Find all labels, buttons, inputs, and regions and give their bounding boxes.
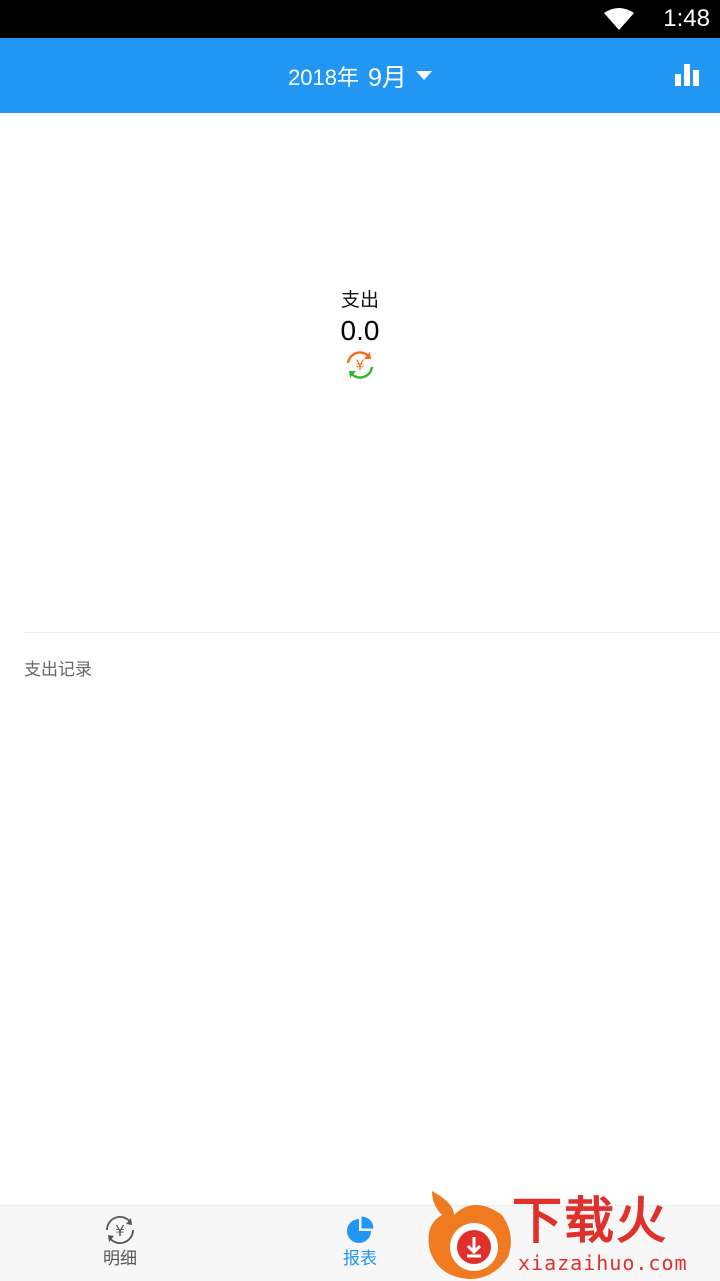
expense-amount: 0.0: [340, 315, 380, 346]
wifi-icon: [604, 8, 634, 30]
status-bar: 1:48: [0, 0, 720, 38]
records-title: 支出记录: [24, 660, 92, 680]
tab-detail-label: 明细: [103, 1249, 137, 1269]
currency-swap-icon[interactable]: ¥: [343, 348, 377, 382]
status-time: 1:48: [663, 5, 710, 32]
svg-text:¥: ¥: [115, 1222, 125, 1240]
expense-summary: 支出 0.0 ¥: [0, 285, 720, 382]
tab-detail[interactable]: ¥ 明细: [0, 1206, 240, 1281]
pie-chart-icon: [347, 1216, 374, 1243]
svg-text:¥: ¥: [356, 358, 365, 374]
app-bar: 2018年 9月: [0, 38, 720, 113]
bar-chart-icon[interactable]: [672, 60, 702, 90]
period-year: 2018年: [288, 64, 360, 90]
period-selector[interactable]: 2018年 9月: [288, 38, 432, 113]
tab-report[interactable]: 报表: [240, 1206, 480, 1281]
tab-report-label: 报表: [343, 1249, 377, 1269]
section-divider: [24, 632, 720, 633]
expense-label: 支出: [340, 289, 379, 311]
bottom-nav: ¥ 明细 报表: [0, 1205, 720, 1281]
period-month: 9月: [368, 63, 407, 92]
caret-down-icon: [415, 70, 432, 80]
yuan-circle-icon: ¥: [106, 1216, 134, 1244]
